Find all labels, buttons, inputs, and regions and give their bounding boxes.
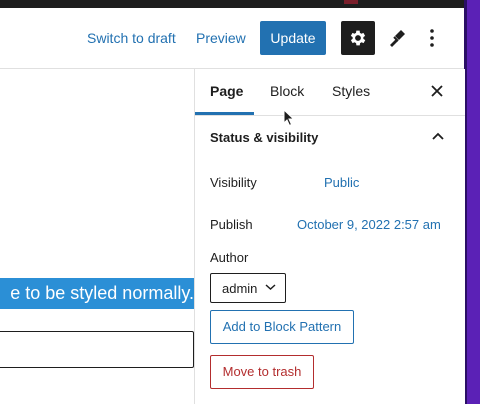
switch-to-draft-button[interactable]: Switch to draft: [87, 24, 176, 52]
editor-header: Switch to draft Preview Update: [0, 8, 464, 69]
move-to-trash-button[interactable]: Move to trash: [210, 355, 314, 389]
brush-icon: [390, 30, 405, 47]
preview-button[interactable]: Preview: [196, 24, 246, 52]
chevron-up-icon: [430, 128, 446, 144]
status-visibility-panel-toggle[interactable]: Status & visibility: [195, 116, 465, 160]
author-select[interactable]: admin: [210, 273, 286, 303]
top-strip-mark: [344, 0, 358, 4]
sidebar-tabs: Page Block Styles: [195, 69, 465, 116]
window-edge: [464, 0, 480, 404]
more-vertical-icon: [430, 29, 434, 47]
selected-text-block[interactable]: e to be styled normally.: [0, 278, 194, 309]
settings-button[interactable]: [341, 21, 375, 55]
close-sidebar-button[interactable]: [429, 83, 445, 99]
author-label: Author: [210, 250, 249, 265]
options-menu-button[interactable]: [423, 25, 441, 51]
top-strip: [0, 0, 464, 8]
tools-button[interactable]: [384, 25, 410, 51]
publish-label: Publish: [210, 217, 253, 232]
close-icon: [431, 85, 443, 97]
tab-page[interactable]: Page: [210, 69, 243, 113]
tab-block[interactable]: Block: [270, 69, 304, 113]
mouse-cursor-icon: [283, 109, 295, 127]
publish-date-toggle[interactable]: October 9, 2022 2:57 am: [297, 217, 441, 232]
chevron-down-icon: [265, 284, 276, 291]
settings-sidebar: Page Block Styles Status & visibility Vi…: [194, 69, 465, 404]
selected-text: e to be styled normally.: [10, 283, 194, 303]
add-to-block-pattern-button[interactable]: Add to Block Pattern: [210, 310, 354, 344]
selected-block-outline[interactable]: [0, 331, 194, 368]
author-value: admin: [222, 281, 258, 296]
tab-styles[interactable]: Styles: [332, 69, 370, 113]
panel-title: Status & visibility: [210, 130, 319, 145]
update-button[interactable]: Update: [260, 21, 326, 55]
active-tab-indicator: [195, 112, 254, 115]
gear-icon: [350, 30, 366, 46]
visibility-toggle[interactable]: Public: [324, 175, 359, 190]
visibility-label: Visibility: [210, 175, 257, 190]
